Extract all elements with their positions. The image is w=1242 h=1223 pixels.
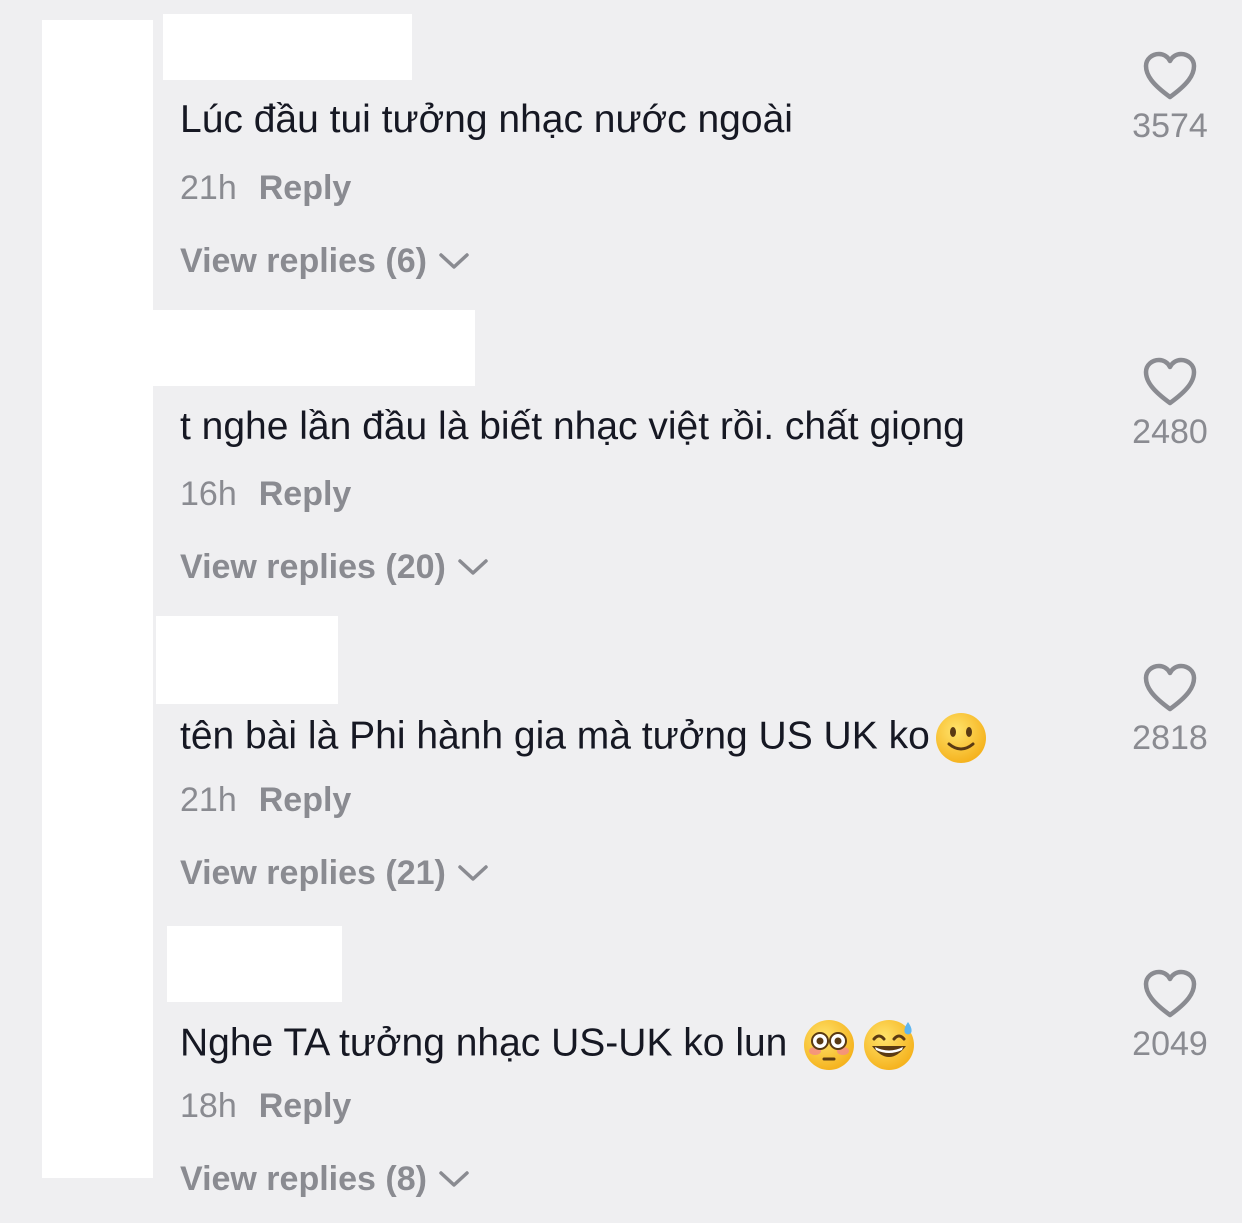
reply-button[interactable]: Reply: [259, 169, 352, 207]
reply-button[interactable]: Reply: [259, 781, 352, 819]
like-button[interactable]: 2480: [1120, 356, 1220, 452]
chevron-down-icon: [439, 253, 469, 269]
redacted-username: [156, 616, 338, 704]
grinning-sweat-face-icon: [864, 1020, 915, 1070]
comment-meta: 21h Reply: [180, 780, 351, 820]
heart-icon: [1143, 969, 1197, 1018]
comment-time: 16h: [180, 475, 237, 513]
redacted-username: [167, 926, 342, 1002]
comment-text: t nghe lần đầu là biết nhạc việt rồi. ch…: [180, 405, 965, 448]
comment-text: tên bài là Phi hành gia mà tưởng US UK k…: [180, 711, 988, 765]
like-count: 3574: [1132, 107, 1208, 145]
like-button[interactable]: 2049: [1120, 968, 1220, 1064]
view-replies-label: View replies (8): [180, 1160, 427, 1198]
like-count: 2049: [1132, 1025, 1208, 1063]
heart-icon: [1143, 51, 1197, 100]
comment-text-content: Nghe TA tưởng nhạc US-UK ko lun: [180, 1021, 799, 1065]
redacted-username: [163, 14, 412, 80]
comment-text: Nghe TA tưởng nhạc US-UK ko lun: [180, 1018, 916, 1072]
comment-meta: 21h Reply: [180, 168, 351, 208]
heart-icon: [1143, 357, 1197, 406]
redacted-avatar-column: [42, 20, 153, 1178]
view-replies-button[interactable]: View replies (20): [180, 547, 490, 587]
reply-button[interactable]: Reply: [259, 475, 352, 513]
comment-meta: 18h Reply: [180, 1086, 351, 1126]
view-replies-button[interactable]: View replies (8): [180, 1159, 471, 1199]
like-button[interactable]: 2818: [1120, 662, 1220, 758]
view-replies-label: View replies (20): [180, 548, 446, 586]
reply-button[interactable]: Reply: [259, 1087, 352, 1125]
slightly-smiling-face-icon: [935, 713, 986, 763]
like-count: 2480: [1132, 413, 1208, 451]
like-count: 2818: [1132, 719, 1208, 757]
redacted-username: [153, 310, 475, 386]
comment-time: 18h: [180, 1087, 237, 1125]
chevron-down-icon: [439, 1171, 469, 1187]
comment-text-content: tên bài là Phi hành gia mà tưởng US UK k…: [180, 714, 930, 758]
view-replies-label: View replies (6): [180, 242, 427, 280]
view-replies-button[interactable]: View replies (21): [180, 853, 490, 893]
comment-text: Lúc đầu tui tưởng nhạc nước ngoài: [180, 98, 793, 141]
view-replies-button[interactable]: View replies (6): [180, 241, 471, 281]
comment-meta: 16h Reply: [180, 474, 351, 514]
heart-icon: [1143, 663, 1197, 712]
chevron-down-icon: [458, 865, 488, 881]
like-button[interactable]: 3574: [1120, 50, 1220, 146]
chevron-down-icon: [458, 559, 488, 575]
comment-time: 21h: [180, 169, 237, 207]
view-replies-label: View replies (21): [180, 854, 446, 892]
comment-time: 21h: [180, 781, 237, 819]
flushed-face-icon: [804, 1020, 855, 1070]
